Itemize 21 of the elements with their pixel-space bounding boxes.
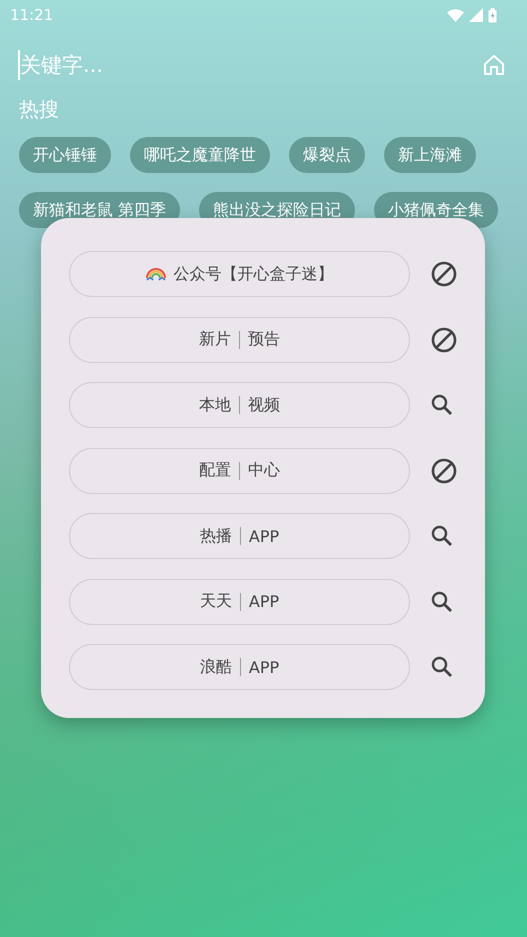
block-icon[interactable] [431,326,457,352]
wifi-icon [447,8,464,22]
search-icon[interactable] [431,590,453,612]
search-icon[interactable] [431,394,453,416]
section-title: 热搜 [18,96,60,123]
search-field[interactable]: 关键字... [18,50,483,80]
source-button[interactable]: 公众号【开心盒子迷】 [69,251,410,297]
signal-icon [469,8,483,22]
source-button[interactable]: 配置 中心 [69,448,410,494]
source-button[interactable]: 热播 APP [69,513,410,559]
status-time: 11:21 [10,6,54,24]
search-icon[interactable] [431,656,453,678]
source-button[interactable]: 浪酷 APP [69,644,410,690]
block-icon[interactable] [431,261,457,287]
source-button[interactable]: 新片 预告 [69,316,410,362]
source-button[interactable]: 天天 APP [69,578,410,624]
battery-icon [488,8,497,22]
source-button[interactable]: 本地 视频 [69,382,410,428]
rainbow-icon [146,266,166,282]
block-icon[interactable] [431,458,457,484]
search-icon[interactable] [431,525,453,547]
